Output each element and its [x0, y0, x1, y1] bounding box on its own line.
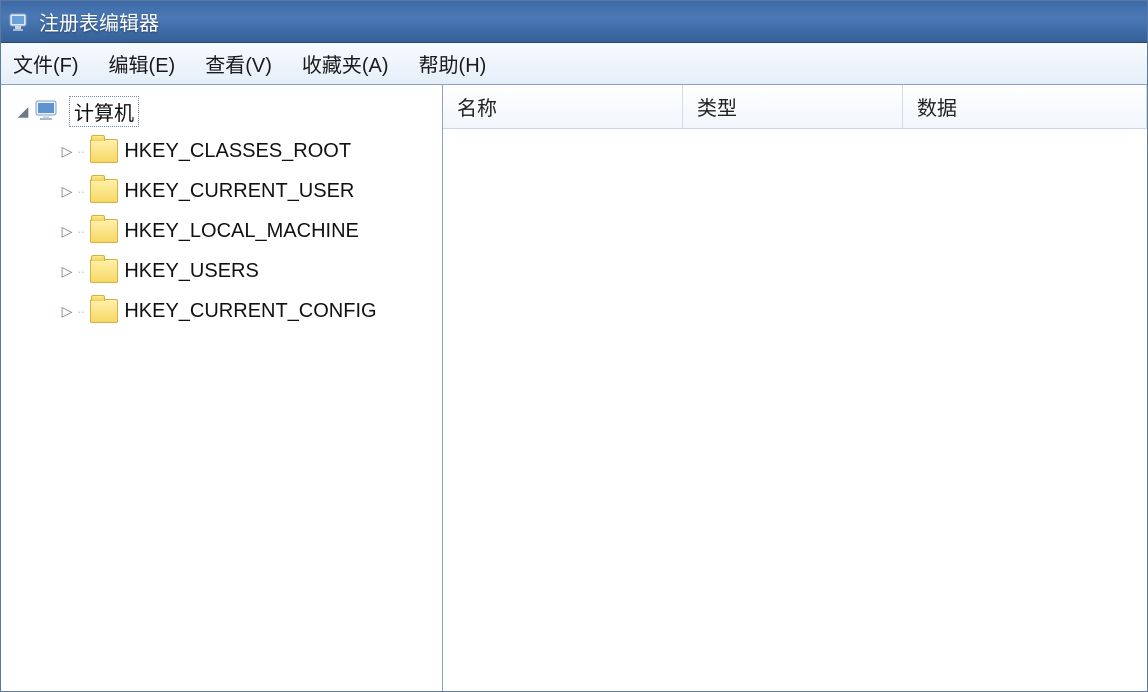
- tree-root-computer[interactable]: ◢ 计算机: [17, 91, 438, 131]
- column-header-type[interactable]: 类型: [683, 85, 903, 128]
- list-pane[interactable]: 名称 类型 数据: [443, 85, 1147, 691]
- tree-root-label: 计算机: [74, 103, 134, 125]
- tree-node-hkey-local-machine[interactable]: ▷ ·· HKEY_LOCAL_MACHINE: [61, 211, 438, 251]
- menu-favorites[interactable]: 收藏夹(A): [298, 47, 393, 80]
- tree-node-label: HKEY_CLASSES_ROOT: [124, 140, 351, 163]
- app-icon: [9, 11, 31, 33]
- column-header-name[interactable]: 名称: [443, 85, 683, 128]
- menu-file[interactable]: 文件(F): [9, 47, 83, 80]
- folder-icon: [90, 179, 118, 203]
- column-header-data[interactable]: 数据: [903, 85, 1147, 128]
- computer-icon: [35, 99, 63, 123]
- tree-node-hkey-classes-root[interactable]: ▷ ·· HKEY_CLASSES_ROOT: [61, 131, 438, 171]
- tree-connector: ··: [77, 143, 84, 159]
- folder-icon: [90, 219, 118, 243]
- tree-connector: ··: [77, 263, 84, 279]
- expand-icon[interactable]: ▷: [61, 225, 73, 237]
- tree-node-label: HKEY_USERS: [124, 260, 259, 283]
- tree-node-hkey-users[interactable]: ▷ ·· HKEY_USERS: [61, 251, 438, 291]
- menubar: 文件(F) 编辑(E) 查看(V) 收藏夹(A) 帮助(H): [1, 43, 1147, 85]
- folder-icon: [90, 139, 118, 163]
- menu-view[interactable]: 查看(V): [201, 47, 276, 80]
- tree-node-label: HKEY_CURRENT_USER: [124, 180, 354, 203]
- titlebar: 注册表编辑器: [1, 1, 1147, 43]
- tree-node-hkey-current-config[interactable]: ▷ ·· HKEY_CURRENT_CONFIG: [61, 291, 438, 331]
- expand-icon[interactable]: ▷: [61, 145, 73, 157]
- content-area: ◢ 计算机 ▷ ··: [1, 85, 1147, 691]
- expand-icon[interactable]: ▷: [61, 185, 73, 197]
- tree-connector: ··: [77, 223, 84, 239]
- tree-node-hkey-current-user[interactable]: ▷ ·· HKEY_CURRENT_USER: [61, 171, 438, 211]
- menu-edit[interactable]: 编辑(E): [105, 47, 180, 80]
- expand-icon[interactable]: ▷: [61, 305, 73, 317]
- tree-connector: ··: [77, 183, 84, 199]
- tree-node-label: HKEY_CURRENT_CONFIG: [124, 300, 376, 323]
- tree-node-label: HKEY_LOCAL_MACHINE: [124, 220, 359, 243]
- folder-icon: [90, 299, 118, 323]
- collapse-icon[interactable]: ◢: [17, 105, 29, 117]
- tree-pane[interactable]: ◢ 计算机 ▷ ··: [1, 85, 443, 691]
- folder-icon: [90, 259, 118, 283]
- window-title: 注册表编辑器: [39, 7, 159, 36]
- expand-icon[interactable]: ▷: [61, 265, 73, 277]
- list-header: 名称 类型 数据: [443, 85, 1147, 129]
- tree-connector: ··: [77, 303, 84, 319]
- menu-help[interactable]: 帮助(H): [415, 47, 491, 80]
